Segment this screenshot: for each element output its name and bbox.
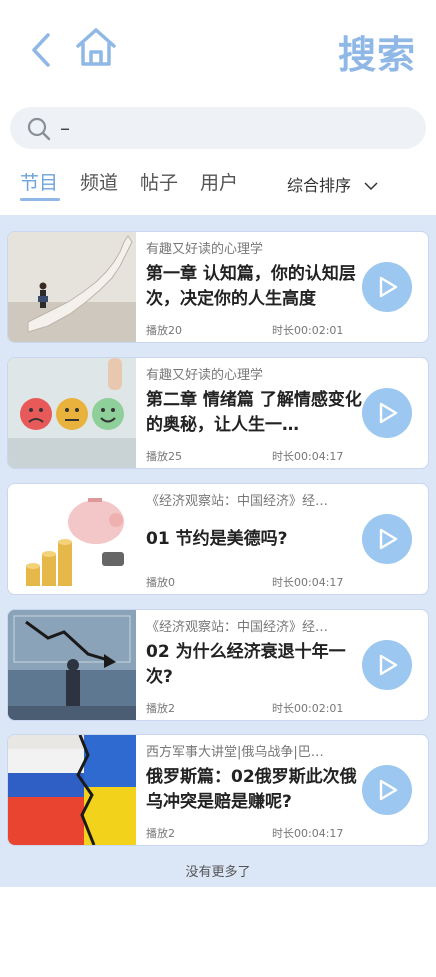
play-icon bbox=[379, 779, 398, 801]
chevron-left-icon[interactable] bbox=[26, 30, 56, 70]
list-item[interactable]: 有趣又好读的心理学 第一章 认知篇，你的认知层次，决定你的人生高度 播放20 时… bbox=[7, 231, 429, 343]
home-icon[interactable] bbox=[74, 26, 118, 68]
item-subtitle: 《经济观察站：中国经济》经… bbox=[146, 620, 329, 635]
play-icon bbox=[379, 276, 398, 298]
page-title[interactable]: 搜索 bbox=[338, 24, 416, 79]
play-icon bbox=[379, 528, 398, 550]
duration: 时长00:04:17 bbox=[272, 450, 344, 463]
search-input[interactable] bbox=[60, 114, 400, 142]
tab-users[interactable]: 用户 bbox=[200, 168, 238, 195]
duration: 时长00:04:17 bbox=[272, 827, 344, 840]
tab-programs[interactable]: 节目 bbox=[20, 168, 58, 195]
item-title[interactable]: 第一章 认知篇，你的认知层次，决定你的人生高度 bbox=[146, 262, 362, 312]
play-count: 播放2 bbox=[146, 827, 175, 840]
search-bar[interactable] bbox=[10, 107, 426, 149]
item-subtitle: 有趣又好读的心理学 bbox=[146, 242, 264, 257]
thumbnail-image bbox=[8, 232, 136, 342]
active-tab-indicator bbox=[20, 198, 60, 201]
duration: 时长00:04:17 bbox=[272, 576, 344, 589]
tab-channels[interactable]: 频道 bbox=[80, 168, 118, 195]
duration: 时长00:02:01 bbox=[272, 324, 344, 337]
thumbnail-image bbox=[8, 358, 136, 468]
thumbnail-image bbox=[8, 484, 136, 594]
list-item[interactable]: 西方军事大讲堂|俄乌战争|巴… 俄罗斯篇：02俄罗斯此次俄乌冲突是赔是赚呢? 播… bbox=[7, 734, 429, 846]
play-count: 播放0 bbox=[146, 576, 175, 589]
item-title[interactable]: 俄罗斯篇：02俄罗斯此次俄乌冲突是赔是赚呢? bbox=[146, 765, 362, 815]
play-button[interactable] bbox=[362, 514, 412, 564]
play-button[interactable] bbox=[362, 640, 412, 690]
play-button[interactable] bbox=[362, 262, 412, 312]
play-button[interactable] bbox=[362, 765, 412, 815]
item-title[interactable]: 01 节约是美德吗? bbox=[146, 527, 362, 552]
duration: 时长00:02:01 bbox=[272, 702, 344, 715]
sort-dropdown[interactable]: 综合排序 bbox=[287, 172, 351, 196]
tab-bar: 节目 频道 帖子 用户 综合排序 bbox=[0, 162, 436, 208]
item-title[interactable]: 第二章 情绪篇 了解情感变化的奥秘，让人生一… bbox=[146, 388, 362, 438]
end-of-list-text: 没有更多了 bbox=[185, 865, 251, 880]
play-icon bbox=[379, 654, 398, 676]
thumbnail-image bbox=[8, 735, 136, 845]
play-count: 播放25 bbox=[146, 450, 182, 463]
list-item[interactable]: 《经济观察站：中国经济》经… 02 为什么经济衰退十年一次? 播放2 时长00:… bbox=[7, 609, 429, 721]
list-item[interactable]: 《经济观察站：中国经济》经… 01 节约是美德吗? 播放0 时长00:04:17 bbox=[7, 483, 429, 595]
play-count: 播放2 bbox=[146, 702, 175, 715]
result-list: 有趣又好读的心理学 第一章 认知篇，你的认知层次，决定你的人生高度 播放20 时… bbox=[0, 215, 436, 887]
item-subtitle: 西方军事大讲堂|俄乌战争|巴… bbox=[146, 745, 324, 760]
play-icon bbox=[379, 402, 398, 424]
list-item[interactable]: 有趣又好读的心理学 第二章 情绪篇 了解情感变化的奥秘，让人生一… 播放25 时… bbox=[7, 357, 429, 469]
header: 搜索 bbox=[0, 0, 436, 100]
search-icon bbox=[26, 116, 52, 142]
item-subtitle: 有趣又好读的心理学 bbox=[146, 368, 264, 383]
chevron-down-icon[interactable] bbox=[364, 176, 378, 191]
thumbnail-image bbox=[8, 610, 136, 720]
play-count: 播放20 bbox=[146, 324, 182, 337]
item-title[interactable]: 02 为什么经济衰退十年一次? bbox=[146, 640, 362, 690]
play-button[interactable] bbox=[362, 388, 412, 438]
tab-posts[interactable]: 帖子 bbox=[140, 168, 178, 195]
item-subtitle: 《经济观察站：中国经济》经… bbox=[146, 494, 329, 509]
